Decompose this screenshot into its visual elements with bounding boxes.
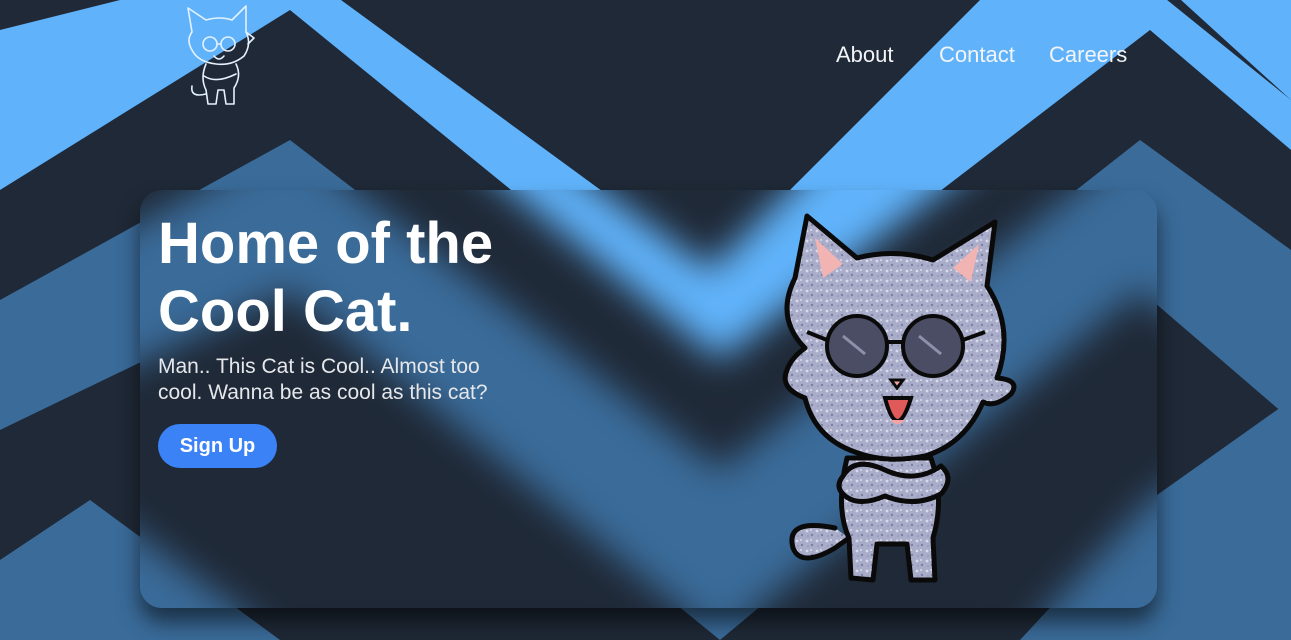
hero-text-block: Home of the Cool Cat. Man.. This Cat is … (158, 210, 578, 406)
hero-card: Home of the Cool Cat. Man.. This Cat is … (140, 190, 1157, 608)
cool-cat-illustration (782, 213, 1017, 583)
headline-line-2: Cool Cat. (158, 279, 413, 344)
hero-subtext: Man.. This Cat is Cool.. Almost too cool… (158, 355, 488, 404)
hero-headline: Home of the Cool Cat. (158, 210, 578, 346)
nav-careers-link[interactable]: Careers (1049, 42, 1127, 68)
top-nav: About Contact Careers (0, 42, 1291, 72)
landing-page: About Contact Careers Home of the Cool C… (0, 0, 1291, 640)
nav-about-link[interactable]: About (836, 42, 894, 68)
headline-line-1: Home of the (158, 211, 494, 276)
sign-up-button[interactable]: Sign Up (158, 424, 277, 468)
nav-contact-link[interactable]: Contact (939, 42, 1015, 68)
